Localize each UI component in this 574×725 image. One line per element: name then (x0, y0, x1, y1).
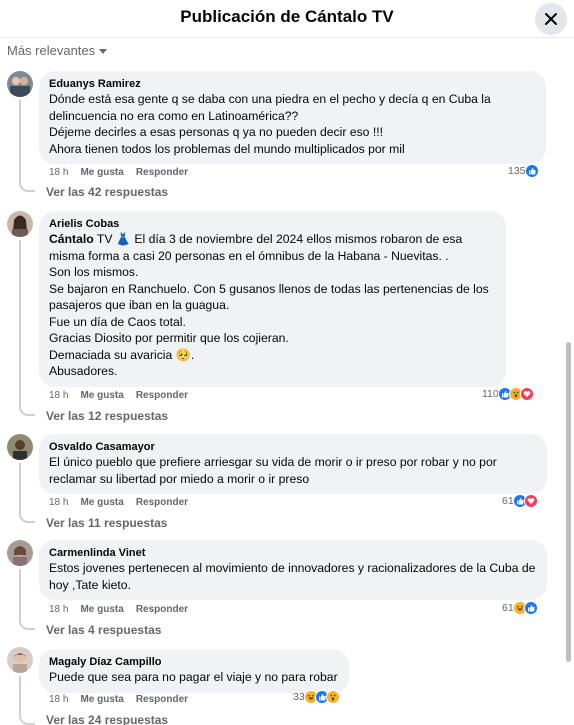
thread-elbow (19, 716, 35, 725)
comment-text-line: Abusadores. (49, 364, 118, 378)
view-replies-link[interactable]: Ver las 11 respuestas (46, 516, 167, 530)
reaction-count: 61 (502, 602, 514, 614)
reply-button[interactable]: Responder (136, 497, 188, 508)
comment-text-line: Estos jovenes pertenecen al movimiento d… (49, 561, 536, 592)
like-button[interactable]: Me gusta (80, 390, 123, 401)
sort-dropdown[interactable]: Más relevantes (7, 43, 108, 58)
like-button[interactable]: Me gusta (80, 694, 123, 705)
thread-elbow (19, 407, 35, 416)
mention-link[interactable]: Cántalo (49, 232, 94, 246)
like-button[interactable]: Me gusta (80, 497, 123, 508)
thread-line (19, 240, 21, 407)
reaction-count: 110 (482, 388, 499, 400)
close-icon (545, 13, 557, 25)
avatar[interactable] (7, 540, 33, 566)
reaction-count: 135 (508, 165, 526, 177)
reply-button[interactable]: Responder (136, 694, 188, 705)
comment-actions: 18 h Me gusta Responder (49, 167, 188, 178)
dialog-title: Publicación de Cántalo TV (180, 7, 394, 26)
reaction-count: 61 (502, 495, 514, 507)
reaction-count: 33 (293, 691, 305, 703)
comment-text-line: Dónde está esa gente q se daba con una p… (49, 92, 491, 123)
comment-bubble: Eduanys Ramirez Dónde está esa gente q s… (39, 71, 546, 164)
reaction-summary[interactable]: 61 (502, 601, 538, 615)
thread-elbow (19, 621, 35, 630)
comment-text-line: Gracias Diosito por permitir que los coj… (49, 331, 289, 345)
comment-time[interactable]: 18 h (49, 167, 68, 178)
thread-elbow (19, 514, 35, 523)
comment-actions: 18 h Me gusta Responder (49, 694, 188, 705)
comment-text-line: Ahora tienen todos los problemas del mun… (49, 141, 405, 156)
like-reaction-icon (523, 601, 538, 615)
reaction-summary[interactable]: 135 (508, 164, 539, 178)
love-reaction-icon (523, 494, 538, 508)
reaction-summary[interactable]: 61 (502, 494, 538, 508)
thread-line (19, 569, 21, 621)
view-replies-link[interactable]: Ver las 4 respuestas (46, 623, 161, 637)
love-reaction-icon (519, 387, 534, 401)
thread-line (19, 100, 21, 183)
avatar[interactable] (7, 211, 33, 237)
comment-text-line: Déjeme decirles a esas personas q ya no … (49, 125, 383, 139)
comment-bubble: Magaly Díaz Campillo Puede que sea para … (39, 649, 349, 693)
reply-button[interactable]: Responder (136, 167, 188, 178)
sort-label: Más relevantes (7, 43, 96, 58)
close-button[interactable] (535, 3, 567, 35)
comment-actions: 18 h Me gusta Responder (49, 604, 188, 615)
like-button[interactable]: Me gusta (80, 604, 123, 615)
reaction-summary[interactable]: 33 (293, 690, 340, 704)
comment-text-line: Fue un día de Caos total. (49, 314, 186, 329)
comment-time[interactable]: 18 h (49, 497, 68, 508)
comment-time[interactable]: 18 h (49, 390, 68, 401)
chevron-down-icon (99, 49, 108, 54)
dialog-header: Publicación de Cántalo TV (0, 0, 574, 38)
wow-reaction-icon (325, 690, 340, 704)
comment-author[interactable]: Eduanys Ramirez (49, 77, 536, 91)
like-button[interactable]: Me gusta (80, 167, 123, 178)
comment-text-span: TV 👗 El día 3 de noviembre del 2024 ello… (49, 232, 463, 263)
avatar[interactable] (7, 434, 33, 460)
comment-author[interactable]: Arielis Cobas (49, 217, 496, 231)
comment-time[interactable]: 18 h (49, 694, 68, 705)
avatar[interactable] (7, 647, 33, 673)
thread-line (19, 676, 21, 716)
thread-elbow (19, 183, 35, 192)
comment-actions: 18 h Me gusta Responder (49, 497, 188, 508)
comment-text-line: Puede que sea para no pagar el viaje y n… (49, 670, 338, 684)
comment-bubble: Osvaldo Casamayor El único pueblo que pr… (39, 434, 547, 494)
view-replies-link[interactable]: Ver las 24 respuestas (46, 713, 168, 725)
scrollbar[interactable] (566, 342, 571, 662)
thread-line (19, 463, 21, 514)
comment-author[interactable]: Magaly Díaz Campillo (49, 655, 339, 669)
comment-actions: 18 h Me gusta Responder (49, 390, 188, 401)
comment-time[interactable]: 18 h (49, 604, 68, 615)
reply-button[interactable]: Responder (136, 604, 188, 615)
comment-text-line: El único pueblo que prefiere arriesgar s… (49, 455, 497, 486)
view-replies-link[interactable]: Ver las 12 respuestas (46, 409, 168, 423)
comment-bubble: Arielis Cobas Cántalo TV 👗 El día 3 de n… (39, 211, 506, 387)
like-reaction-icon (524, 164, 539, 178)
comment-author[interactable]: Osvaldo Casamayor (49, 440, 537, 454)
comment-text-line: Demaciada su avaricia 🥺. (49, 347, 195, 362)
view-replies-link[interactable]: Ver las 42 respuestas (46, 185, 168, 199)
comment-text-line: Son los mismos. (49, 265, 139, 279)
reaction-summary[interactable]: 110 (482, 387, 534, 401)
comment-author[interactable]: Carmenlinda Vinet (49, 546, 537, 560)
comment-text-line: Cántalo TV 👗 El día 3 de noviembre del 2… (49, 231, 496, 264)
comment-text-line: Se bajaron en Ranchuelo. Con 5 gusanos l… (49, 281, 489, 313)
comment-bubble: Carmenlinda Vinet Estos jovenes pertenec… (39, 540, 547, 600)
avatar[interactable] (7, 71, 33, 97)
reply-button[interactable]: Responder (136, 390, 188, 401)
